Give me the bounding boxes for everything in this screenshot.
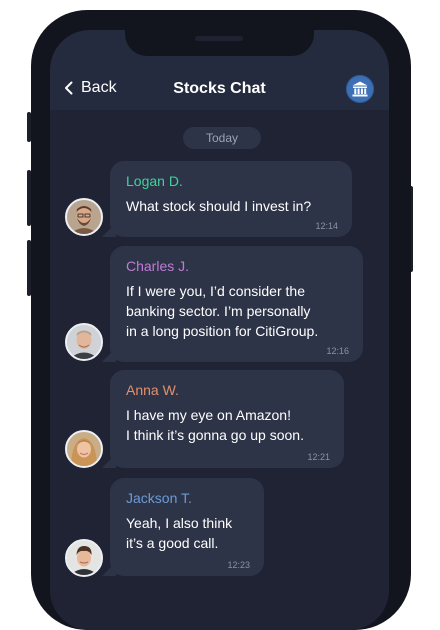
sender-name: Jackson T.: [126, 490, 192, 506]
message-bubble[interactable]: Logan D. What stock should I invest in? …: [110, 161, 352, 237]
sender-name: Charles J.: [126, 258, 190, 274]
chat-header: Back Stocks Chat: [50, 70, 389, 110]
sender-name: Logan D.: [126, 173, 183, 189]
date-separator: Today: [183, 127, 261, 149]
avatar-charles[interactable]: [65, 323, 103, 361]
message-text: I have my eye on Amazon! I think it’s go…: [126, 407, 304, 443]
message-list[interactable]: Today Logan D. What stock should I inves…: [50, 110, 389, 630]
message-time: 12:23: [227, 560, 250, 570]
avatar-anna[interactable]: [65, 430, 103, 468]
phone-notch: [125, 30, 314, 56]
message-bubble[interactable]: Anna W. I have my eye on Amazon! I think…: [110, 370, 344, 468]
group-avatar-button[interactable]: [346, 75, 374, 103]
message-time: 12:16: [326, 346, 349, 356]
phone-screen: Back Stocks Chat Today Logan D. What sto…: [50, 30, 389, 630]
message-bubble[interactable]: Charles J. If I were you, I’d consider t…: [110, 246, 363, 362]
bank-icon: [352, 81, 368, 97]
message-bubble[interactable]: Jackson T. Yeah, I also think it’s a goo…: [110, 478, 264, 576]
message-text: Yeah, I also think it’s a good call.: [126, 515, 233, 551]
avatar-jackson[interactable]: [65, 539, 103, 577]
message-text: What stock should I invest in?: [126, 198, 312, 214]
chat-title: Stocks Chat: [173, 80, 266, 97]
message-time: 12:14: [315, 221, 338, 231]
avatar-logan[interactable]: [65, 198, 103, 236]
message-text: If I were you, I’d consider the banking …: [126, 283, 319, 339]
sender-name: Anna W.: [126, 382, 179, 398]
message-time: 12:21: [307, 452, 330, 462]
